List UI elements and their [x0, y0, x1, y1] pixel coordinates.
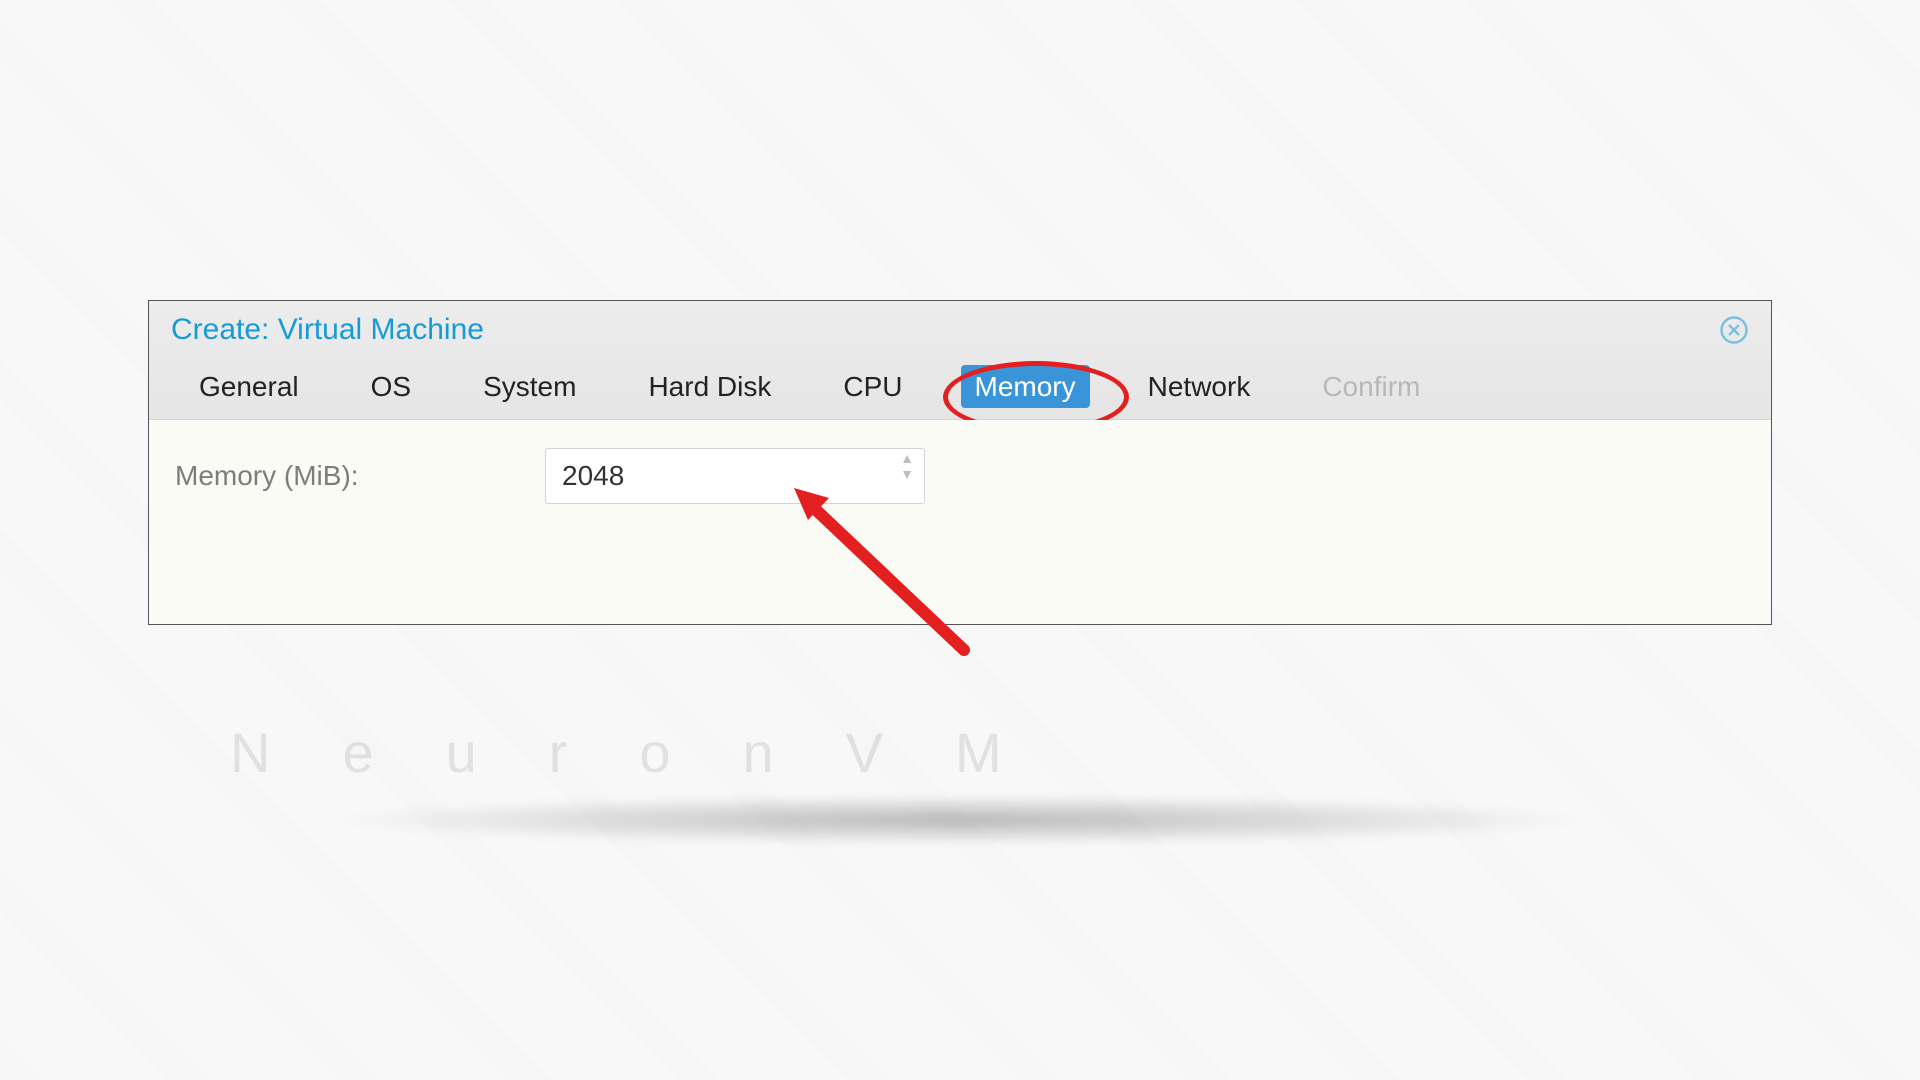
stepper-up-icon[interactable]: ▲ — [900, 453, 914, 463]
dialog-shadow — [140, 780, 1780, 860]
memory-spinner[interactable]: ▲ ▼ — [545, 448, 925, 504]
close-button[interactable] — [1717, 313, 1751, 347]
create-vm-dialog: Create: Virtual Machine General OS Syste… — [148, 300, 1772, 625]
stepper-controls: ▲ ▼ — [900, 453, 914, 479]
tab-memory-wrap: Memory — [961, 371, 1090, 403]
watermark-text: NeuronVM — [230, 720, 1074, 785]
stepper-down-icon[interactable]: ▼ — [900, 469, 914, 479]
tab-os[interactable]: OS — [357, 365, 425, 409]
tab-network[interactable]: Network — [1134, 365, 1265, 409]
dialog-title: Create: Virtual Machine — [171, 313, 484, 347]
dialog-body: Memory (MiB): ▲ ▼ — [149, 420, 1771, 624]
tab-system[interactable]: System — [469, 365, 590, 409]
tab-confirm[interactable]: Confirm — [1308, 365, 1434, 409]
close-icon — [1719, 315, 1749, 345]
memory-input[interactable] — [560, 459, 910, 493]
wizard-tabs: General OS System Hard Disk CPU Memory N… — [149, 357, 1771, 420]
tab-cpu[interactable]: CPU — [829, 365, 916, 409]
memory-label: Memory (MiB): — [175, 460, 505, 492]
dialog-header: Create: Virtual Machine — [149, 301, 1771, 357]
tab-memory[interactable]: Memory — [961, 365, 1090, 408]
tab-harddisk[interactable]: Hard Disk — [634, 365, 785, 409]
tab-general[interactable]: General — [185, 365, 313, 409]
